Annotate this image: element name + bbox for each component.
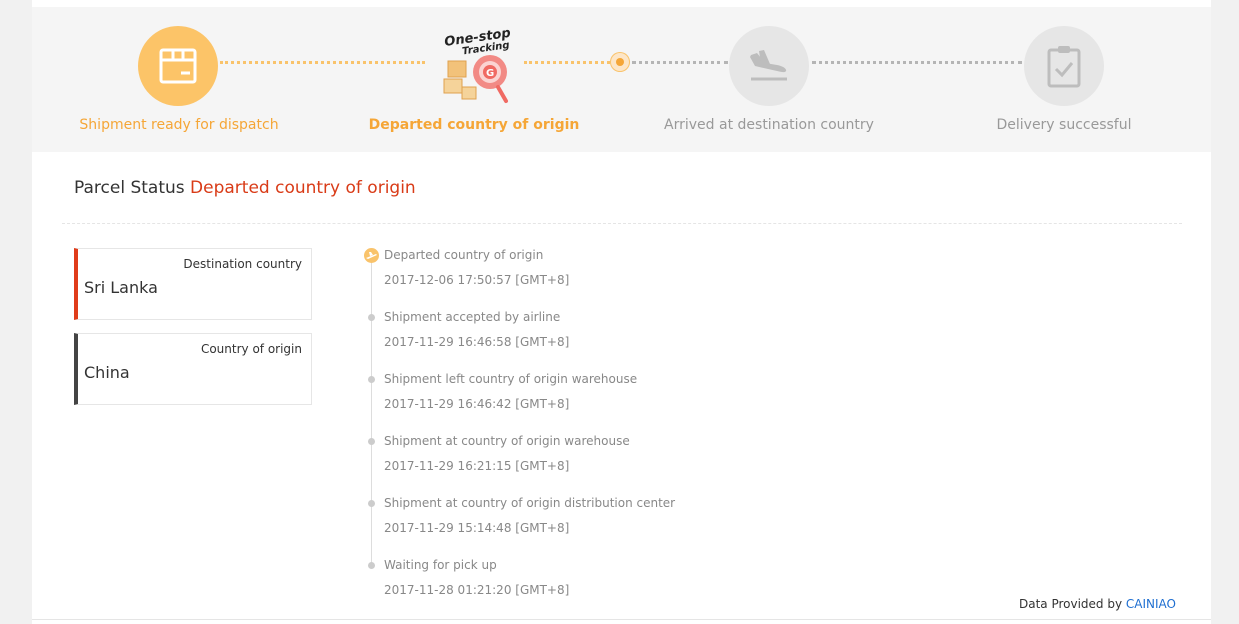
data-provided-prefix: Data Provided by bbox=[1018, 597, 1123, 611]
data-provided-by: Data Provided by CAINIAO bbox=[1019, 597, 1176, 611]
svg-text:G: G bbox=[486, 68, 494, 79]
timeline-event-time: 2017-11-29 16:21:15 [GMT+8] bbox=[384, 459, 570, 473]
timeline-event-time: 2017-11-29 15:14:48 [GMT+8] bbox=[384, 521, 570, 535]
step-label: Arrived at destination country bbox=[664, 117, 874, 133]
step-label: Shipment ready for dispatch bbox=[79, 117, 279, 133]
timeline-event-title: Shipment at country of origin warehouse bbox=[384, 434, 630, 448]
timeline-event-title: Waiting for pick up bbox=[384, 558, 497, 572]
parcel-status-value: Departed country of origin bbox=[190, 178, 416, 198]
clipboard-check-icon bbox=[1047, 46, 1081, 88]
timeline-dot bbox=[368, 438, 375, 445]
timeline-dot bbox=[368, 562, 375, 569]
bottom-rule bbox=[32, 619, 1211, 620]
plane-departure-icon bbox=[366, 251, 377, 259]
step-label: Delivery successful bbox=[996, 117, 1132, 133]
one-stop-tracking-badge: One-stop Tracking G bbox=[440, 21, 520, 111]
origin-country-card: Country of origin China bbox=[74, 333, 312, 405]
tracking-panel: Shipment ready for dispatch One-stop Tra… bbox=[32, 0, 1211, 624]
step-delivery-successful bbox=[1024, 26, 1104, 106]
timeline-line bbox=[371, 262, 372, 566]
timeline-dot bbox=[368, 376, 375, 383]
timeline-current-icon bbox=[364, 248, 379, 263]
current-position-dot bbox=[616, 58, 624, 66]
progress-connector-pending bbox=[632, 61, 728, 64]
timeline-dot bbox=[368, 500, 375, 507]
progress-tracker: Shipment ready for dispatch One-stop Tra… bbox=[32, 7, 1211, 152]
cainiao-link[interactable]: CAINIAO bbox=[1126, 597, 1176, 611]
parcel-status: Parcel Status Departed country of origin bbox=[74, 178, 416, 198]
destination-country-value: Sri Lanka bbox=[84, 278, 158, 297]
divider bbox=[62, 223, 1182, 224]
origin-country-label: Country of origin bbox=[200, 342, 302, 356]
step-shipment-ready bbox=[138, 26, 218, 106]
origin-country-value: China bbox=[84, 363, 130, 382]
timeline-dot bbox=[368, 314, 375, 321]
box-icon bbox=[159, 48, 197, 84]
step-arrived-destination bbox=[729, 26, 809, 106]
timeline-event-title: Shipment accepted by airline bbox=[384, 310, 561, 324]
plane-landing-icon bbox=[750, 50, 787, 81]
destination-country-card: Destination country Sri Lanka bbox=[74, 248, 312, 320]
timeline-event-time: 2017-12-06 17:50:57 [GMT+8] bbox=[384, 273, 570, 287]
timeline-event-time: 2017-11-28 01:21:20 [GMT+8] bbox=[384, 583, 570, 597]
timeline-event-time: 2017-11-29 16:46:58 [GMT+8] bbox=[384, 335, 570, 349]
timeline-event-title: Shipment at country of origin distributi… bbox=[384, 496, 676, 510]
progress-connector-pending bbox=[812, 61, 1022, 64]
timeline-event-title: Departed country of origin bbox=[384, 248, 544, 262]
progress-connector-done bbox=[220, 61, 425, 64]
progress-connector-current bbox=[524, 61, 610, 64]
step-label-current: Departed country of origin bbox=[368, 117, 580, 133]
timeline-event-title: Shipment left country of origin warehous… bbox=[384, 372, 638, 386]
timeline-event-time: 2017-11-29 16:46:42 [GMT+8] bbox=[384, 397, 570, 411]
parcel-status-label: Parcel Status bbox=[74, 178, 185, 198]
destination-country-label: Destination country bbox=[183, 257, 302, 271]
